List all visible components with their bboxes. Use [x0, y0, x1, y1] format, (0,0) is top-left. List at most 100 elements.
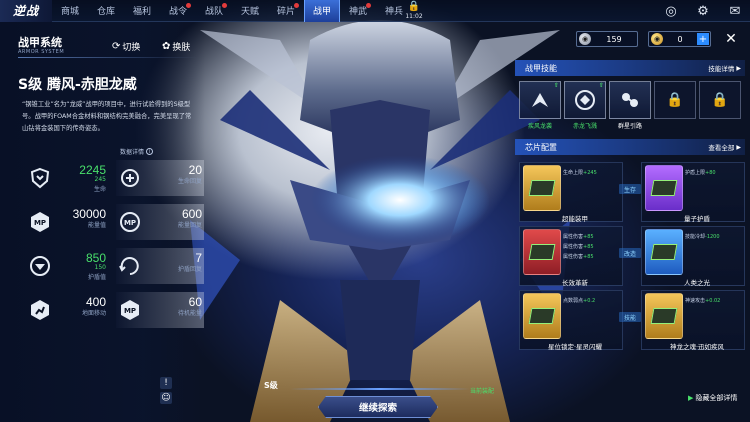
add-gold-button[interactable]: + — [697, 33, 709, 45]
nav-label: 战甲 — [312, 7, 331, 17]
chip-slot[interactable]: 技能冷却-1200 人类之光 — [645, 229, 749, 287]
alert-icon[interactable]: ! — [160, 377, 172, 389]
chip-link-survival: 生存 — [619, 184, 641, 194]
skill-slot[interactable]: ⇧ 赤龙飞溅 — [564, 81, 606, 133]
switch-button[interactable]: ⟳ 切换 — [112, 40, 140, 53]
chip-card — [523, 165, 561, 211]
chips-title: 芯片配置 — [525, 142, 557, 152]
close-icon[interactable]: ✕ — [722, 30, 740, 48]
chip-slot[interactable]: 点数弱点+0.2 星位锁定·星灵闪耀 — [523, 293, 627, 351]
stat-bonus: 245 — [94, 176, 106, 183]
silver-coin-icon: ◉ — [579, 33, 591, 45]
chip-name: 人类之光 — [684, 279, 710, 287]
rank-badge: S级 — [264, 381, 278, 390]
nav-item-armor[interactable]: 战甲 — [304, 0, 340, 22]
skill-detail-label: 技能详情 — [708, 65, 735, 73]
dragon-splash-icon — [575, 90, 595, 110]
chips-header: 芯片配置 查看全部 ▶ — [515, 139, 745, 155]
running-icon — [26, 296, 54, 324]
game-logo: 逆战 — [0, 0, 52, 22]
chip-slot[interactable]: 护盾上限+80 量子护盾 — [645, 165, 749, 223]
continue-explore-button[interactable]: 继续探索 — [318, 396, 438, 418]
stat-shield-regen: 7 护盾回复 — [116, 248, 204, 284]
nav-item-warehouse[interactable]: 仓库 — [88, 0, 124, 22]
nav-item-shop[interactable]: 商城 — [52, 0, 88, 22]
stat-label: 地面移动 — [81, 310, 106, 317]
chip-card — [645, 165, 683, 211]
nav-label: 商城 — [60, 7, 79, 17]
mail-icon[interactable]: ✉ — [726, 2, 744, 20]
shield-regen-icon — [116, 252, 144, 280]
chevron-right-icon: ▶ — [736, 64, 741, 72]
chip-bonus: 生命上限+245 — [563, 170, 597, 176]
detail-label: 数据详情 — [120, 149, 145, 156]
stat-value: 20 — [188, 163, 202, 177]
skill-icon-box — [609, 81, 651, 119]
upgrade-arrow-icon: ⇧ — [598, 82, 604, 89]
chip-icon — [650, 180, 678, 196]
chip-slot[interactable]: 属性伤害+85 属性伤害+85 属性伤害+85 长效革新 — [523, 229, 627, 287]
skill-icon-box: 🔒 — [654, 81, 696, 119]
chip-icon — [528, 180, 556, 196]
stat-hp-regen: 20 生命回复 — [116, 160, 204, 196]
nav-item-divine-arms[interactable]: 神武 — [340, 0, 376, 22]
chevron-right-icon: ▶ — [736, 143, 741, 151]
lock-timer[interactable]: 🔒 11:02 — [404, 1, 424, 23]
nav-item-battle-pass[interactable]: 战令 — [160, 0, 196, 22]
heart-plus-icon — [116, 164, 144, 192]
top-right-icons: ◎ ⚙ ✉ — [662, 2, 744, 20]
nav-item-team[interactable]: 战队 — [196, 0, 232, 22]
lock-icon: 🔒 — [711, 92, 729, 108]
chip-icon — [528, 308, 556, 324]
system-subtitle: ARMOR SYSTEM — [18, 49, 65, 55]
skills-title: 战甲技能 — [525, 63, 557, 73]
chip-bonus: 神速攻击+0.02 — [685, 298, 721, 304]
time-label: 11:02 — [405, 13, 423, 20]
skin-button[interactable]: ✿ 换肤 — [162, 40, 190, 53]
skills-row: ⇧ 疾风龙袭 ⇧ 赤龙飞溅 群星引路 🔒 🔒 — [519, 81, 745, 137]
stat-ground-speed: 400 地面移动 — [26, 292, 114, 328]
nav-item-fragments[interactable]: 碎片 — [268, 0, 304, 22]
nav-item-talent[interactable]: 天赋 — [232, 0, 268, 22]
upgrade-arrow-icon: ⇧ — [553, 82, 559, 89]
main-nav: 商城 仓库 福利 战令 战队 天赋 碎片 战甲 神武 神兵 — [52, 0, 412, 22]
notification-dot — [294, 2, 299, 8]
nav-label: 天赋 — [240, 7, 259, 17]
stat-value: 400 — [85, 295, 106, 309]
stat-label: 待机能量 — [177, 310, 202, 317]
heart-shield-icon — [26, 164, 54, 192]
view-all-chips-link[interactable]: 查看全部 ▶ — [708, 142, 741, 153]
stat-value: 600 — [181, 207, 202, 221]
silver-amount: 159 — [606, 34, 622, 44]
skill-slot[interactable]: 群星引路 — [609, 81, 651, 133]
mech-name: S级 腾风-赤胆龙威 — [18, 77, 137, 93]
skill-detail-link[interactable]: 技能详情 ▶ — [708, 63, 741, 74]
stat-hp: 2245 245 生命 — [26, 160, 114, 196]
disc-icon[interactable]: ◎ — [662, 2, 680, 20]
chip-bonus: 属性伤害+85 — [563, 234, 594, 240]
nav-item-welfare[interactable]: 福利 — [124, 0, 160, 22]
chip-slot[interactable]: 生命上限+245 超能装甲 — [523, 165, 627, 223]
chip-bonus: 护盾上限+80 — [685, 170, 716, 176]
stat-label: 生命回复 — [177, 178, 202, 185]
skill-slot-locked[interactable]: 🔒 — [699, 81, 741, 133]
chip-slot[interactable]: 神速攻击+0.02 神龙之魂·迅如疾风 — [645, 293, 749, 351]
stat-value: 60 — [188, 295, 202, 309]
hide-all-details-button[interactable]: ▶ 隐藏全部详情 — [688, 393, 737, 403]
divider — [18, 57, 198, 58]
svg-text:MP: MP — [124, 219, 136, 227]
data-detail-link[interactable]: 数据详情 i — [120, 147, 154, 156]
skill-slot[interactable]: ⇧ 疾风龙袭 — [519, 81, 561, 133]
nav-label: 战令 — [168, 7, 187, 17]
chip-name: 神龙之魂·迅如疾风 — [669, 343, 725, 351]
lock-icon: 🔒 — [666, 92, 684, 108]
stat-label: 能量回复 — [177, 222, 202, 229]
settings-icon[interactable]: ⚙ — [694, 2, 712, 20]
bottom-glow-bar — [290, 388, 470, 390]
armor-info-panel: 战甲系统 ARMOR SYSTEM ⟳ 切换 ✿ 换肤 S级 腾风-赤胆龙威 “… — [0, 22, 205, 422]
mech-description: “钢锥工业”名为“龙威”战甲的项目中，进行试验得到的S级型号。战甲的FOAM合金… — [22, 101, 192, 132]
mp-icon: MP — [26, 208, 54, 236]
nav-label: 福利 — [132, 7, 151, 17]
skill-slot-locked[interactable]: 🔒 — [654, 81, 696, 133]
person-icon[interactable]: ☺ — [160, 392, 172, 404]
